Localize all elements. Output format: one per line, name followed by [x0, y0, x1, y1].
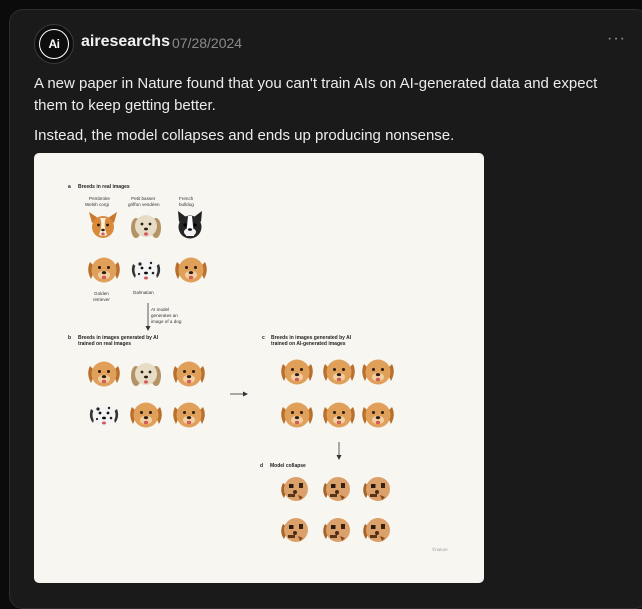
golden-retriever-image [88, 257, 120, 283]
figure-credit: ©nature [432, 547, 448, 552]
author-name[interactable]: airesearchs [81, 33, 170, 51]
dog-breeds-figure: a Breeds in real images Pembroke Welsh c… [68, 184, 448, 552]
panel-b-letter: b [68, 335, 71, 341]
collapsed-dog-image [281, 518, 308, 542]
collapsed-dog-image [363, 518, 390, 542]
breed-label: Golden [94, 291, 109, 296]
generated-dog-image [131, 363, 161, 386]
breed-label: griffon vendéen [128, 202, 160, 207]
breed-label: Petit basset [131, 196, 156, 201]
panel-a-title: Breeds in real images [78, 184, 130, 190]
breed-label: Welsh corgi [85, 202, 109, 207]
bulldog-image [178, 211, 202, 239]
collapsed-dog-image [281, 477, 308, 501]
post-image[interactable]: a Breeds in real images Pembroke Welsh c… [34, 153, 484, 583]
post-text-line-1: A new paper in Nature found that you can… [34, 75, 598, 114]
generated-dog-image [88, 361, 120, 387]
generated-dog-image [281, 359, 313, 385]
generated-dog-image [323, 402, 355, 428]
generated-dog-image [89, 403, 119, 427]
collapsed-dog-image [363, 477, 390, 501]
arrow-note: image of a dog [151, 319, 182, 324]
avatar[interactable]: Ai [34, 24, 74, 64]
arrow-note: AI model [151, 307, 169, 312]
post-card: Ai airesearchs 07/28/2024 ··· A new pape… [9, 9, 642, 609]
panel-c-letter: c [262, 335, 265, 341]
avatar-logo-icon: Ai [39, 29, 69, 59]
breed-label: Dalmatian [133, 290, 154, 295]
panel-b-title: trained on real images [78, 341, 131, 347]
dalmatian-image [131, 258, 161, 282]
generated-dog-image [130, 402, 162, 428]
panel-d-letter: d [260, 463, 263, 469]
more-options-icon[interactable]: ··· [607, 30, 626, 48]
arrow-note: generates an [151, 313, 178, 318]
basset-image [131, 215, 161, 238]
breed-label: retriever [93, 297, 110, 302]
panel-c-title: trained on AI-generated images [271, 341, 346, 347]
corgi-image [89, 212, 117, 238]
breed-label: Pembroke [89, 196, 110, 201]
breed-label: French [179, 196, 194, 201]
generated-dog-image [173, 361, 205, 387]
post-text-line-2: Instead, the model collapses and ends up… [34, 127, 455, 144]
collapsed-dog-image [323, 518, 350, 542]
post-date: 07/28/2024 [172, 35, 243, 51]
generated-dog-image [323, 359, 355, 385]
breed-label: bulldog [179, 202, 194, 207]
panel-d-title: Model collapse [270, 463, 306, 469]
panel-a-letter: a [68, 184, 71, 190]
generated-dog-image [362, 359, 394, 385]
generated-dog-image [362, 402, 394, 428]
generated-dog-image [173, 402, 205, 428]
generated-dog-image [281, 402, 313, 428]
golden-retriever-image [175, 257, 207, 283]
collapsed-dog-image [323, 477, 350, 501]
